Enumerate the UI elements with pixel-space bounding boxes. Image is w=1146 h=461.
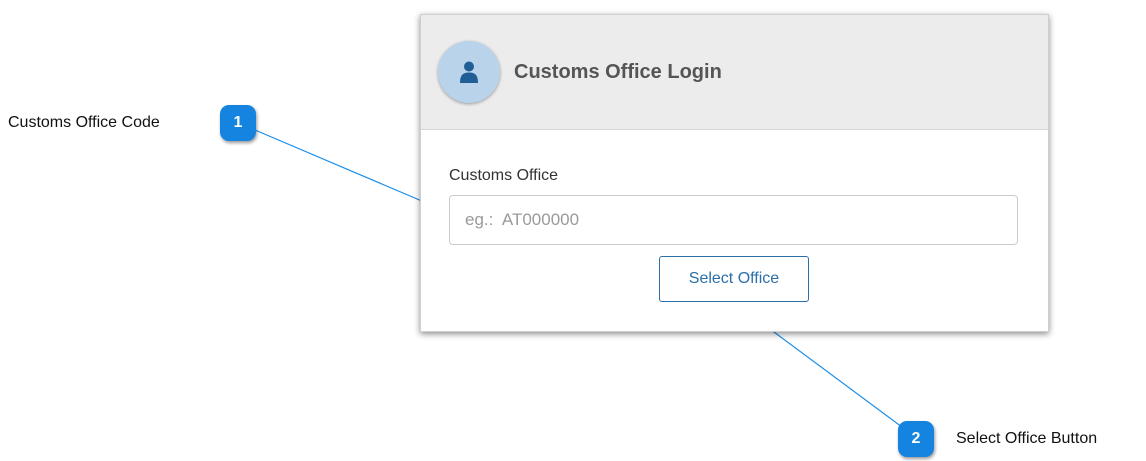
callout-label-1: Customs Office Code (8, 114, 160, 131)
customs-office-input[interactable] (449, 195, 1018, 245)
select-office-button[interactable]: Select Office (659, 256, 809, 302)
user-icon (460, 61, 478, 83)
avatar (438, 41, 500, 103)
callout-label-2: Select Office Button (956, 430, 1098, 447)
card-title: Customs Office Login (514, 61, 722, 83)
customs-office-login-card: Customs Office Login Customs Office Sele… (420, 14, 1049, 332)
callout-badge-2: 2 (898, 421, 934, 457)
card-header: Customs Office Login (421, 15, 1048, 130)
customs-office-label: Customs Office (449, 167, 559, 184)
callout-badge-1: 1 (220, 105, 256, 141)
